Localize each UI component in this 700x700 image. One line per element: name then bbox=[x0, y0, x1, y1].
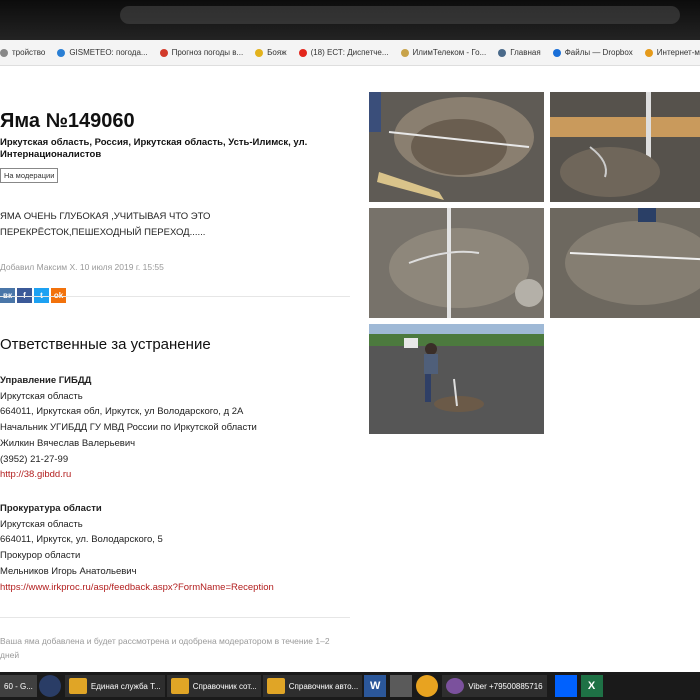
bookmark-item[interactable]: Прогноз погоды в... bbox=[159, 48, 244, 57]
org-link[interactable]: https://www.irkproc.ru/asp/feedback.aspx… bbox=[0, 580, 340, 596]
taskbar-item[interactable]: Справочник авто... bbox=[262, 675, 363, 697]
bookmark-icon bbox=[498, 48, 507, 57]
word-icon[interactable]: W bbox=[364, 675, 387, 697]
added-by: Добавил Максим Х. 10 июля 2019 г. 15:55 bbox=[0, 262, 164, 272]
org-person: Мельников Игорь Анатольевич bbox=[0, 565, 137, 577]
bookmark-label: ИлимТелеком - Го... bbox=[412, 48, 487, 57]
bookmark-icon bbox=[298, 48, 307, 57]
bookmark-label: Главная bbox=[510, 48, 541, 57]
bookmark-item[interactable]: Бояж bbox=[255, 48, 287, 57]
bookmark-item[interactable]: Главная bbox=[498, 48, 541, 57]
page-content: Яма №149060 Иркутская область, Россия, И… bbox=[0, 66, 700, 672]
divider bbox=[0, 296, 350, 297]
org-position: Прокурор области bbox=[0, 550, 81, 562]
org-prosecutor: Прокуратура области Иркутская область 66… bbox=[0, 501, 340, 595]
bookmark-label: тройство bbox=[12, 48, 46, 57]
bookmark-label: Бояж bbox=[267, 48, 287, 57]
folder-icon bbox=[266, 678, 285, 694]
bookmark-icon bbox=[255, 48, 264, 57]
taskbar-label: Единая служба Т... bbox=[90, 681, 161, 691]
org-position: Начальник УГИБДД ГУ МВД России по Иркутс… bbox=[0, 422, 257, 434]
org-phone: (3952) 21-27-99 bbox=[0, 453, 69, 465]
folder-icon bbox=[68, 678, 87, 694]
bookmark-item[interactable]: Файлы — Dropbox bbox=[552, 48, 633, 57]
divider bbox=[0, 617, 350, 618]
page-title: Яма №149060 bbox=[0, 110, 135, 132]
taskbar-label: 60 - G... bbox=[4, 681, 33, 691]
org-name: Прокуратура области bbox=[0, 503, 102, 514]
pothole-photo[interactable] bbox=[369, 324, 544, 434]
dropbox-icon[interactable] bbox=[554, 675, 577, 697]
taskbar-browser[interactable]: 60 - G... bbox=[0, 675, 37, 697]
chrome-icon[interactable] bbox=[390, 675, 413, 697]
pothole-photo[interactable] bbox=[369, 92, 544, 202]
taskbar-label: Справочник авто... bbox=[288, 681, 359, 691]
taskbar-item[interactable]: Справочник сот... bbox=[166, 675, 261, 697]
org-address: 664011, Иркутск, ул. Володарского, 5 bbox=[0, 534, 163, 546]
pothole-address: Иркутская область, Россия, Иркутская обл… bbox=[0, 137, 308, 160]
bookmark-label: (18) ЕСТ: Диспетче... bbox=[310, 48, 389, 57]
excel-icon[interactable]: X bbox=[580, 675, 603, 697]
org-address: 664011, Иркутская обл, Иркутск, ул Волод… bbox=[0, 406, 244, 418]
media-icon[interactable] bbox=[38, 675, 61, 697]
moderation-notice: Ваша яма добавлена и будет рассмотрена и… bbox=[0, 636, 330, 660]
bookmark-item[interactable]: (18) ЕСТ: Диспетче... bbox=[298, 48, 389, 57]
taskbar-viber[interactable]: Viber +79500885716 bbox=[442, 675, 547, 697]
pothole-photo[interactable] bbox=[550, 208, 700, 318]
bookmark-item[interactable]: GISMETEO: погода... bbox=[57, 48, 148, 57]
folder-icon bbox=[170, 678, 189, 694]
bookmark-label: Файлы — Dropbox bbox=[564, 48, 633, 57]
org-gibdd: Управление ГИБДД Иркутская область 66401… bbox=[0, 373, 340, 483]
pothole-description: ЯМА ОЧЕНЬ ГЛУБОКАЯ ,УЧИТЫВАЯ ЧТО ЭТО ПЕР… bbox=[0, 211, 211, 238]
bookmark-label: GISMETEO: погода... bbox=[69, 48, 148, 57]
bookmark-icon bbox=[57, 48, 66, 57]
blurred-tabs bbox=[120, 6, 680, 24]
bookmark-icon bbox=[159, 48, 168, 57]
status-badge: На модерации bbox=[0, 168, 59, 183]
pothole-photo[interactable] bbox=[369, 208, 544, 318]
app-icon[interactable] bbox=[416, 675, 439, 697]
pothole-photo[interactable] bbox=[550, 92, 700, 202]
windows-taskbar: 60 - G... Единая служба Т... Справочник … bbox=[0, 672, 700, 700]
org-region: Иркутская область bbox=[0, 390, 83, 402]
org-region: Иркутская область bbox=[0, 518, 83, 530]
browser-tab-strip bbox=[0, 0, 700, 40]
org-link[interactable]: http://38.gibdd.ru bbox=[0, 467, 340, 483]
bookmarks-bar: тройство GISMETEO: погода... Прогноз пог… bbox=[0, 40, 700, 66]
responsible-title: Ответственные за устранение bbox=[0, 336, 211, 353]
org-name: Управление ГИБДД bbox=[0, 375, 92, 386]
taskbar-item[interactable]: Единая служба Т... bbox=[64, 675, 165, 697]
bookmark-label: Интернет-магаз... bbox=[656, 48, 700, 57]
bookmark-item[interactable]: Интернет-магаз... bbox=[644, 48, 700, 57]
taskbar-label: Viber +79500885716 bbox=[468, 681, 543, 691]
viber-icon bbox=[446, 678, 465, 694]
bookmark-icon bbox=[0, 48, 8, 57]
bookmark-icon bbox=[644, 48, 653, 57]
bookmark-icon bbox=[552, 48, 561, 57]
bookmark-item[interactable]: тройство bbox=[0, 48, 45, 57]
bookmark-item[interactable]: ИлимТелеком - Го... bbox=[400, 48, 487, 57]
bookmark-label: Прогноз погоды в... bbox=[171, 48, 244, 57]
taskbar-label: Справочник сот... bbox=[192, 681, 257, 691]
bookmark-icon bbox=[400, 48, 409, 57]
org-person: Жилкин Вячеслав Валерьевич bbox=[0, 437, 136, 449]
